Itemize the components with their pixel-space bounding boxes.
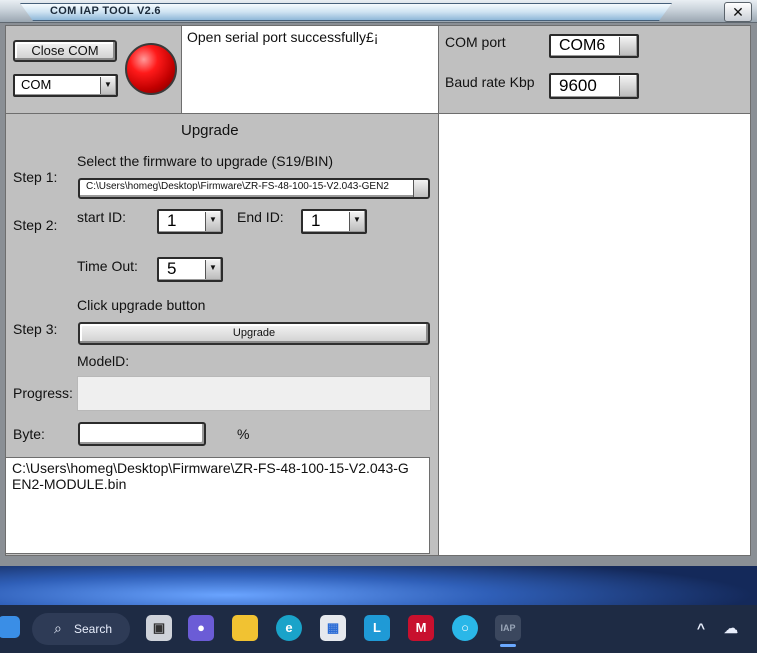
baud-dropdown-icon[interactable] — [619, 76, 636, 96]
search-label: Search — [74, 622, 113, 636]
l-app-icon[interactable]: L — [364, 615, 390, 641]
upgrade-title: Upgrade — [181, 122, 239, 139]
end-id-label: End ID: — [237, 209, 284, 225]
search-icon: ⌕ — [54, 620, 62, 636]
notification-icon[interactable]: ☁ — [718, 615, 744, 641]
progress-bar — [77, 376, 431, 411]
step3-label: Step 3: — [13, 321, 58, 337]
percent-sign: % — [237, 426, 250, 442]
baud-rate-label: Baud rate Kbp — [445, 74, 535, 90]
step2-label: Step 2: — [13, 217, 58, 233]
start-id-dropdown-icon[interactable]: ▼ — [205, 212, 220, 231]
taskbar-search[interactable]: ⌕ Search — [32, 613, 130, 645]
status-message: Open serial port successfully£¡ — [187, 29, 379, 45]
app-window: COM IAP TOOL V2.6 ✕ Close COM COM ▼ Open… — [0, 0, 757, 566]
com-select[interactable]: COM ▼ — [13, 74, 118, 97]
start-id-value: 1 — [167, 211, 177, 230]
edge-icon[interactable]: e — [276, 615, 302, 641]
byte-label: Byte: — [13, 426, 45, 442]
window-title: COM IAP TOOL V2.6 — [50, 5, 161, 17]
iap-tool-icon[interactable]: IAP — [495, 615, 521, 641]
end-id-select[interactable]: 1 ▼ — [301, 209, 367, 234]
progress-label: Progress: — [13, 385, 73, 401]
upgrade-button[interactable]: Upgrade — [78, 322, 430, 345]
timeout-label: Time Out: — [77, 258, 138, 274]
close-window-button[interactable]: ✕ — [724, 2, 752, 22]
log-text: C:\Users\homeg\Desktop\Firmware\ZR-FS-48… — [12, 460, 409, 492]
com-port-label: COM port — [445, 34, 506, 50]
timeout-select[interactable]: 5 ▼ — [157, 257, 223, 282]
byte-field — [78, 422, 206, 446]
log-area[interactable]: C:\Users\homeg\Desktop\Firmware\ZR-FS-48… — [5, 457, 430, 554]
chevron-down-icon[interactable]: ▼ — [100, 77, 115, 94]
firmware-path-field[interactable]: C:\Users\homeg\Desktop\Firmware\ZR-FS-48… — [78, 178, 430, 199]
file-explorer-icon[interactable] — [232, 615, 258, 641]
alexa-icon[interactable]: ○ — [452, 615, 478, 641]
start-icon[interactable] — [0, 616, 20, 638]
meet-icon[interactable]: ● — [188, 615, 214, 641]
active-app-indicator — [500, 644, 516, 647]
start-id-select[interactable]: 1 ▼ — [157, 209, 223, 234]
right-output-panel — [438, 113, 751, 556]
com-select-value: COM — [21, 77, 52, 92]
baud-rate-value: 9600 — [559, 76, 597, 95]
close-com-button[interactable]: Close COM — [13, 40, 117, 62]
step1-hint: Select the firmware to upgrade (S19/BIN) — [77, 153, 334, 169]
baud-rate-select[interactable]: 9600 — [549, 73, 639, 99]
step1-label: Step 1: — [13, 169, 58, 185]
model-id-label: ModelD: — [77, 353, 130, 369]
timeout-dropdown-icon[interactable]: ▼ — [205, 260, 220, 279]
end-id-dropdown-icon[interactable]: ▼ — [349, 212, 364, 231]
end-id-value: 1 — [311, 211, 321, 230]
status-message-box: Open serial port successfully£¡ — [181, 25, 439, 114]
com-port-select[interactable]: COM6 — [549, 34, 639, 58]
step3-hint: Click upgrade button — [77, 297, 206, 313]
start-id-label: start ID: — [77, 209, 127, 225]
com-port-value: COM6 — [559, 37, 606, 54]
browse-file-icon[interactable] — [413, 180, 428, 197]
com-port-dropdown-icon[interactable] — [619, 37, 636, 55]
timeout-value: 5 — [167, 259, 177, 278]
status-led-icon — [125, 43, 177, 95]
chevron-up-icon[interactable]: ^ — [688, 615, 714, 641]
task-view-icon[interactable]: ▣ — [146, 615, 172, 641]
title-bar[interactable]: COM IAP TOOL V2.6 ✕ — [0, 0, 757, 23]
store-icon[interactable]: ▦ — [320, 615, 346, 641]
firmware-path-value: C:\Users\homeg\Desktop\Firmware\ZR-FS-48… — [86, 181, 389, 192]
mcafee-icon[interactable]: M — [408, 615, 434, 641]
